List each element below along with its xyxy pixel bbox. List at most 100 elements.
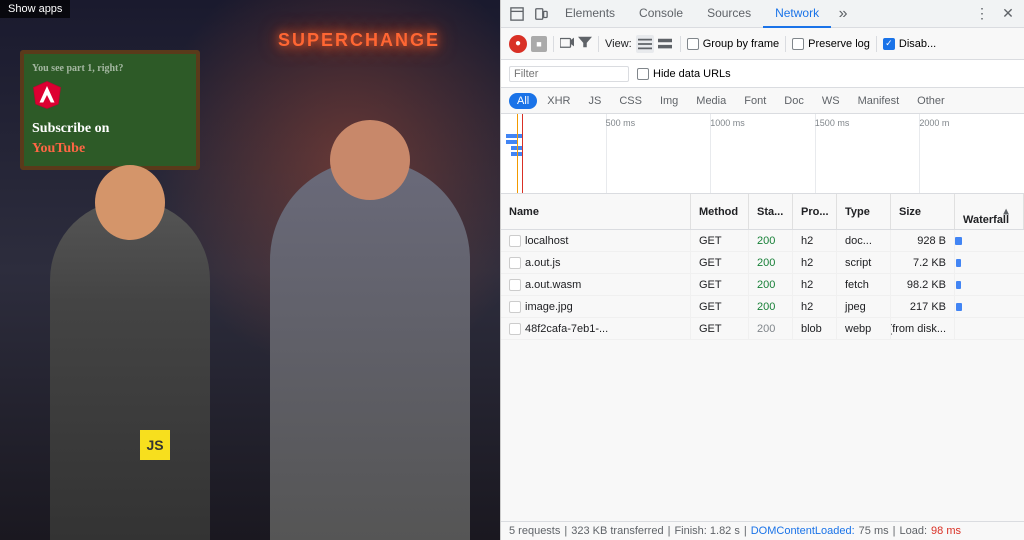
td-waterfall-aoutwasm [955, 274, 1024, 295]
filter-icon[interactable] [578, 36, 592, 51]
tick-500ms: 500 ms [606, 118, 636, 128]
th-method[interactable]: Method [691, 194, 749, 229]
waterfall-timeline-header: Waterfall ▲ [963, 194, 1015, 229]
load-label: Load: [900, 525, 928, 537]
filter-type-font[interactable]: Font [736, 93, 774, 109]
td-size-blob: (from disk... [891, 318, 955, 339]
td-method-aoutjs: GET [691, 252, 749, 273]
stop-recording-button[interactable]: ■ [531, 36, 547, 52]
preserve-log-label: Preserve log [808, 38, 870, 50]
disable-cache-section: Disab... [883, 38, 936, 50]
separator-4: | [893, 525, 896, 537]
td-waterfall-localhost [955, 230, 1024, 251]
disable-cache-checkbox[interactable]: Disab... [883, 38, 936, 50]
person-left [50, 200, 210, 540]
inspect-icon[interactable] [505, 2, 529, 26]
person-left-head [95, 165, 165, 240]
th-type[interactable]: Type [837, 194, 891, 229]
disable-cache-checkbox-box [883, 38, 895, 50]
td-protocol-aoutjs: h2 [793, 252, 837, 273]
group-by-frame-label: Group by frame [703, 38, 779, 50]
td-protocol-imagejpg: h2 [793, 296, 837, 317]
waterfall-bar-imagejpg [956, 303, 962, 311]
view-label: View: [605, 38, 632, 50]
table-row[interactable]: a.out.js GET 200 h2 script 7.2 KB [501, 252, 1024, 274]
toolbar-separator-1 [553, 36, 554, 52]
toolbar-separator-5 [876, 36, 877, 52]
filter-type-css[interactable]: CSS [611, 93, 650, 109]
preserve-log-checkbox[interactable]: Preserve log [792, 38, 870, 50]
td-method-aoutwasm: GET [691, 274, 749, 295]
separator-3: | [744, 525, 747, 537]
record-button[interactable]: ● [509, 35, 527, 53]
toolbar-separator-2 [598, 36, 599, 52]
tab-sources[interactable]: Sources [695, 0, 763, 28]
toolbar-separator-3 [680, 36, 681, 52]
preserve-log-section: Preserve log [792, 38, 870, 50]
filter-type-ws[interactable]: WS [814, 93, 848, 109]
th-name[interactable]: Name [501, 194, 691, 229]
th-protocol[interactable]: Pro... [793, 194, 837, 229]
row-checkbox-4[interactable] [509, 301, 521, 313]
filter-type-xhr[interactable]: XHR [539, 93, 578, 109]
neon-sign: SUPERCHANGE [278, 30, 440, 51]
chalkboard: You see part 1, right? Subscribe on YouT… [20, 50, 200, 170]
row-checkbox-1[interactable] [509, 235, 521, 247]
th-status[interactable]: Sta... [749, 194, 793, 229]
filter-type-doc[interactable]: Doc [776, 93, 812, 109]
group-by-frame-checkbox[interactable]: Group by frame [687, 38, 779, 50]
tab-network[interactable]: Network [763, 0, 831, 28]
td-name-imagejpg: image.jpg [501, 296, 691, 317]
more-tabs-icon[interactable]: » [831, 2, 855, 26]
hide-data-urls-checkbox [637, 68, 649, 80]
tab-console[interactable]: Console [627, 0, 695, 28]
row-checkbox-2[interactable] [509, 257, 521, 269]
requests-count: 5 requests [509, 525, 560, 537]
filter-type-js[interactable]: JS [580, 93, 609, 109]
th-size[interactable]: Size [891, 194, 955, 229]
hide-data-urls-label: Hide data URLs [653, 68, 731, 80]
row-checkbox-5[interactable] [509, 323, 521, 335]
table-row[interactable]: image.jpg GET 200 h2 jpeg 217 KB [501, 296, 1024, 318]
tick-2000ms: 2000 m [919, 118, 949, 128]
video-background: You see part 1, right? Subscribe on YouT… [0, 0, 500, 540]
td-status-localhost: 200 [749, 230, 793, 251]
td-size-imagejpg: 217 KB [891, 296, 955, 317]
table-row[interactable]: a.out.wasm GET 200 h2 fetch 98.2 KB [501, 274, 1024, 296]
hide-data-urls-section[interactable]: Hide data URLs [637, 68, 731, 80]
show-apps-bar[interactable]: Show apps [0, 0, 70, 18]
tab-elements[interactable]: Elements [553, 0, 627, 28]
td-waterfall-blob [955, 318, 1024, 339]
view-large-rows-icon[interactable] [656, 35, 674, 53]
disable-cache-label: Disab... [899, 38, 936, 50]
group-by-frame-checkbox-box [687, 38, 699, 50]
td-name-aoutjs: a.out.js [501, 252, 691, 273]
preserve-log-checkbox-box [792, 38, 804, 50]
th-waterfall[interactable]: Waterfall ▲ [955, 194, 1024, 229]
filter-type-media[interactable]: Media [688, 93, 734, 109]
filter-input[interactable] [514, 68, 624, 80]
table-row[interactable]: 48f2cafa-7eb1-... GET 200 blob webp (fro… [501, 318, 1024, 340]
view-list-icon[interactable] [636, 35, 654, 53]
waterfall-bar-aoutjs [956, 259, 962, 267]
video-panel: Show apps You see part 1, right? Subscri… [0, 0, 500, 540]
filter-type-manifest[interactable]: Manifest [850, 93, 908, 109]
devtools-close-icon[interactable]: ✕ [996, 2, 1020, 26]
devtools-settings-icon[interactable]: ⋮ [970, 2, 994, 26]
td-waterfall-imagejpg [955, 296, 1024, 317]
filter-types-bar: All XHR JS CSS Img Media Font Doc WS Man… [501, 88, 1024, 114]
device-toolbar-icon[interactable] [529, 2, 553, 26]
td-size-aoutjs: 7.2 KB [891, 252, 955, 273]
filter-type-all[interactable]: All [509, 93, 537, 109]
network-timeline: 500 ms 1000 ms 1500 ms 2000 m [501, 114, 1024, 194]
row-checkbox-3[interactable] [509, 279, 521, 291]
td-waterfall-aoutjs [955, 252, 1024, 273]
td-method-blob: GET [691, 318, 749, 339]
table-header: Name Method Sta... Pro... Type Size Wate… [501, 194, 1024, 230]
devtools-tabs-bar: Elements Console Sources Network » ⋮ ✕ [501, 0, 1024, 28]
camera-icon[interactable] [560, 36, 574, 51]
filter-type-other[interactable]: Other [909, 93, 953, 109]
dom-content-loaded-link[interactable]: DOMContentLoaded: [751, 525, 855, 537]
table-row[interactable]: localhost GET 200 h2 doc... 928 B [501, 230, 1024, 252]
filter-type-img[interactable]: Img [652, 93, 686, 109]
